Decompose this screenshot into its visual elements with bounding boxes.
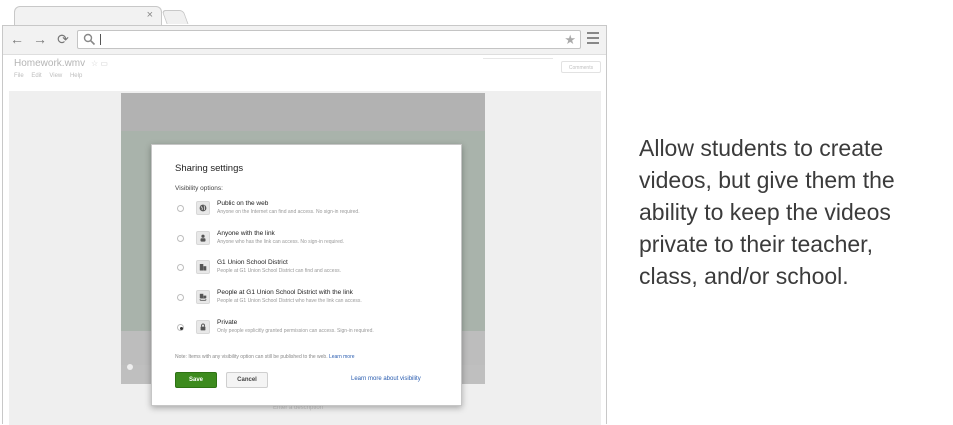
search-icon [83, 33, 96, 46]
new-tab-button[interactable] [161, 10, 189, 24]
radio-domain[interactable] [177, 264, 184, 271]
person-icon [196, 231, 210, 245]
comments-button[interactable]: Comments [561, 61, 601, 73]
option-anyone-link[interactable]: Anyone with the link Anyone who has the … [177, 230, 457, 252]
text-cursor [100, 34, 101, 45]
radio-public[interactable] [177, 205, 184, 212]
learn-more-link[interactable]: Learn more [329, 354, 355, 360]
reload-icon[interactable]: ⟳ [55, 31, 71, 47]
menu-view[interactable]: View [49, 73, 62, 79]
note-text: Note: Items with any visibility option c… [175, 354, 328, 360]
option-public[interactable]: Public on the web Anyone on the Internet… [177, 200, 457, 222]
dialog-title: Sharing settings [175, 163, 244, 174]
option-domain[interactable]: G1 Union School District People at G1 Un… [177, 259, 457, 281]
cancel-button[interactable]: Cancel [226, 372, 268, 388]
radio-anyone-link[interactable] [177, 235, 184, 242]
menu-icon[interactable] [587, 32, 599, 46]
option-desc: Only people explicitly granted permissio… [217, 328, 374, 334]
browser-tab[interactable]: × [14, 6, 162, 26]
visibility-label: Visibility options: [175, 185, 223, 192]
option-desc: People at G1 Union School District who h… [217, 298, 362, 304]
option-desc: Anyone who has the link can access. No s… [217, 239, 345, 245]
option-title: Public on the web [217, 200, 269, 207]
option-title: Private [217, 319, 238, 326]
caption-line: class, and/or school. [639, 263, 849, 289]
address-bar[interactable]: ★ [77, 30, 581, 49]
globe-icon [196, 201, 210, 215]
learn-more-visibility-link[interactable]: Learn more about visibility [351, 376, 421, 382]
back-icon[interactable]: ← [9, 31, 25, 47]
radio-private[interactable] [177, 324, 184, 331]
video-top-band [121, 93, 485, 131]
caption-line: Allow students to create [639, 135, 884, 161]
lock-icon [196, 320, 210, 334]
close-icon[interactable]: × [147, 9, 153, 21]
save-button[interactable]: Save [175, 372, 217, 388]
divider [483, 58, 553, 65]
option-title: People at G1 Union School District with … [217, 289, 353, 296]
option-title: Anyone with the link [217, 230, 275, 237]
menu-file[interactable]: File [14, 73, 24, 79]
doc-title: Homework.wmv [14, 58, 86, 69]
menu-edit[interactable]: Edit [31, 73, 41, 79]
building-link-icon [196, 290, 210, 304]
doc-header: Homework.wmv ☆ ▭ File Edit View Help Com… [3, 55, 606, 89]
option-domain-link[interactable]: People at G1 Union School District with … [177, 289, 457, 311]
publish-note: Note: Items with any visibility option c… [175, 354, 355, 360]
caption-line: ability to keep the videos [639, 199, 891, 225]
option-desc: Anyone on the Internet can find and acce… [217, 209, 360, 215]
building-icon [196, 260, 210, 274]
option-title: G1 Union School District [217, 259, 288, 266]
sharing-dialog: Sharing settings Visibility options: Pub… [151, 144, 462, 406]
caption-text: Allow students to create videos, but giv… [639, 132, 939, 292]
radio-domain-link[interactable] [177, 294, 184, 301]
seek-handle[interactable] [127, 364, 133, 370]
menu-help[interactable]: Help [70, 73, 82, 79]
doc-title-icons: ☆ ▭ [91, 59, 108, 68]
tab-strip: × [0, 0, 609, 26]
doc-menubar: File Edit View Help [14, 73, 88, 79]
browser-toolbar: ← → ⟳ ★ [3, 26, 606, 55]
caption-line: videos, but give them the [639, 167, 895, 193]
star-icon[interactable]: ★ [564, 31, 576, 48]
forward-icon[interactable]: → [32, 31, 48, 47]
option-desc: People at G1 Union School District can f… [217, 268, 341, 274]
caption-line: private to their teacher, [639, 231, 873, 257]
option-private[interactable]: Private Only people explicitly granted p… [177, 319, 457, 341]
